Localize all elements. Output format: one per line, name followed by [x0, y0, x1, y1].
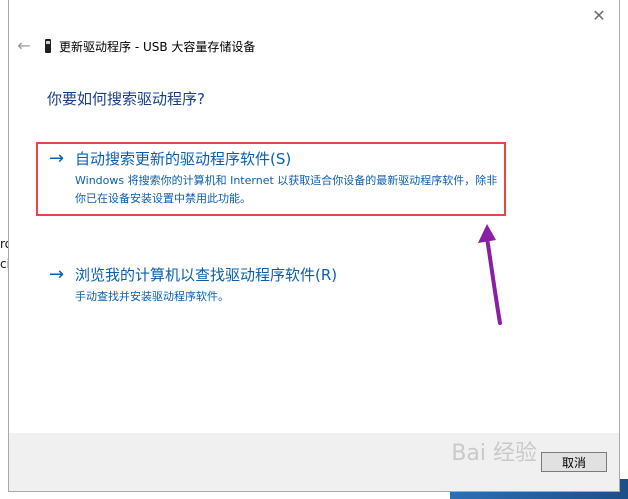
option-browse-computer-description: 手动查找并安装驱动程序软件。: [75, 290, 229, 303]
back-arrow-icon: ←: [17, 36, 31, 55]
close-icon: ✕: [592, 6, 606, 25]
background-text-2: ci: [0, 257, 8, 271]
desktop-background: ro ci ✕ ← 更新驱动程序 - USB 大容量存储设备 你要如何搜索驱动程…: [0, 0, 628, 499]
page-heading: 你要如何搜索驱动程序?: [47, 90, 205, 108]
background-text-1: ro: [0, 237, 8, 251]
update-driver-dialog: ✕ ← 更新驱动程序 - USB 大容量存储设备 你要如何搜索驱动程序? → 自…: [8, 0, 620, 492]
option-browse-computer-title: 浏览我的计算机以查找驱动程序软件(R): [75, 266, 338, 284]
dialog-footer: Bai 经验 取消: [9, 433, 619, 491]
highlight-box: [36, 142, 506, 216]
option-browse-computer[interactable]: → 浏览我的计算机以查找驱动程序软件(R) 手动查找并安装驱动程序软件。: [49, 264, 509, 306]
back-button[interactable]: ←: [15, 37, 33, 55]
dialog-header: ← 更新驱动程序 - USB 大容量存储设备: [15, 34, 255, 58]
close-button[interactable]: ✕: [589, 6, 609, 26]
dialog-title: 更新驱动程序 - USB 大容量存储设备: [59, 39, 256, 54]
cancel-button[interactable]: 取消: [541, 452, 607, 472]
arrow-right-icon: →: [49, 264, 65, 285]
watermark: Bai 经验: [451, 441, 537, 466]
usb-drive-icon: [45, 39, 51, 53]
